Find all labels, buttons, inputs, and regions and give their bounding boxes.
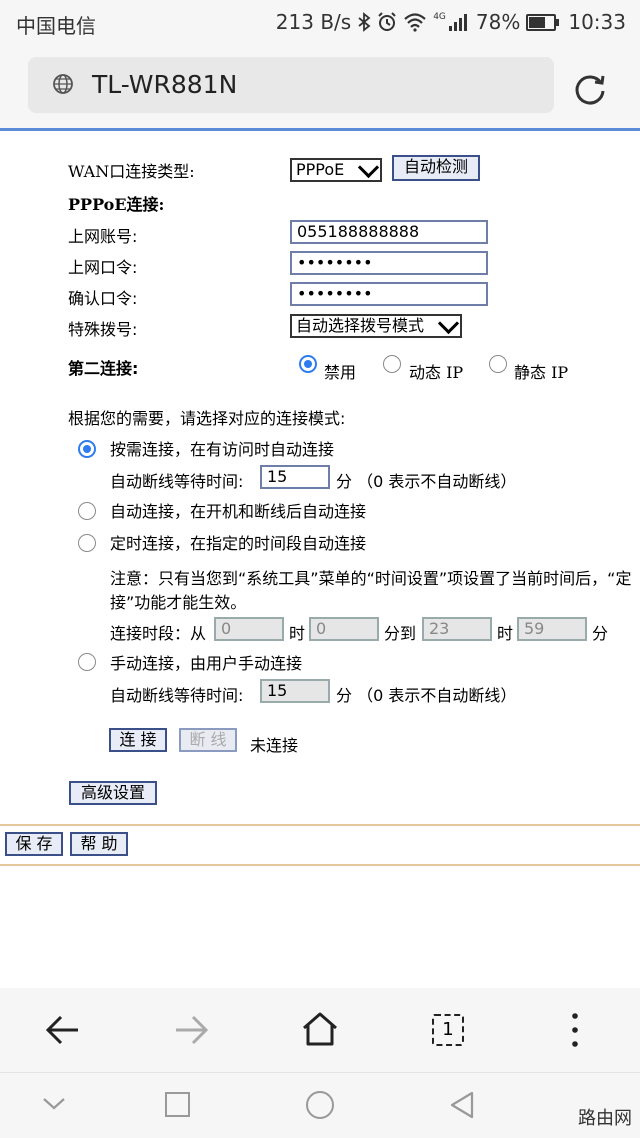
wan-type-select[interactable]: PPPoE	[290, 156, 382, 182]
network-type: 4G	[433, 12, 446, 22]
mode-on-demand-label: 按需连接，在有访问时自动连接	[110, 440, 335, 459]
idle-time-input-2[interactable]: 15	[260, 679, 330, 703]
idle-time-label: 自动断线等待时间:	[110, 472, 244, 491]
reload-icon[interactable]	[572, 71, 608, 107]
mode-auto-label: 自动连接，在开机和断线后自动连接	[110, 502, 367, 521]
address-field[interactable]: TL-WR881N	[28, 57, 554, 113]
browser-url-bar: TL-WR881N	[0, 44, 640, 130]
second-dynamic-label: 动态 IP	[409, 363, 464, 382]
chevron-down-icon[interactable]	[42, 1095, 66, 1111]
carrier-name: 中国电信	[16, 14, 96, 38]
special-dial-value: 自动选择拨号模式	[296, 316, 425, 335]
more-menu-icon[interactable]	[566, 1012, 584, 1048]
chevron-down-icon	[357, 156, 380, 178]
period-to-min-input[interactable]: 59	[517, 617, 587, 641]
period-to-text: 分到	[384, 624, 417, 643]
second-disabled-radio[interactable]	[299, 355, 317, 373]
special-dial-label: 特殊拨号:	[68, 320, 138, 339]
password-input[interactable]: ••••••••	[290, 251, 488, 275]
confirm-password-input[interactable]: ••••••••	[290, 282, 488, 306]
period-to-hour-input[interactable]: 23	[422, 617, 492, 641]
tab-count: 1	[442, 1019, 454, 1040]
mode-auto-radio[interactable]	[78, 502, 96, 520]
connect-button[interactable]: 连 接	[109, 728, 167, 752]
period-hour-text: 时	[289, 624, 306, 643]
password-label: 上网口令:	[68, 258, 138, 277]
period-label: 连接时段：从	[110, 624, 207, 643]
clock: 10:33	[568, 10, 626, 34]
form-footer: 保 存 帮 助	[0, 824, 640, 866]
special-dial-select[interactable]: 自动选择拨号模式	[290, 312, 462, 338]
save-button[interactable]: 保 存	[5, 832, 63, 856]
url-text: TL-WR881N	[92, 70, 238, 99]
period-min-text: 分	[592, 624, 609, 643]
wifi-icon	[404, 13, 426, 32]
watermark-text: 路由网	[578, 1108, 632, 1129]
back-arrow-icon[interactable]	[44, 1012, 82, 1048]
second-static-label: 静态 IP	[514, 363, 569, 382]
battery-icon	[526, 13, 560, 31]
timed-note-line2: 接”功能才能生效。	[110, 593, 247, 612]
home-circle-icon[interactable]	[306, 1091, 334, 1119]
period-from-min-input[interactable]: 0	[309, 617, 379, 641]
second-connection-label: 第二连接:	[68, 359, 139, 378]
idle-time-input[interactable]: 15	[260, 465, 330, 489]
signal-icon	[448, 14, 467, 31]
help-button[interactable]: 帮 助	[70, 832, 128, 856]
advanced-settings-button[interactable]: 高级设置	[69, 781, 157, 805]
browser-toolbar: 1	[0, 988, 640, 1072]
mode-manual-label: 手动连接，由用户手动连接	[110, 654, 303, 673]
mode-timed-label: 定时连接，在指定的时间段自动连接	[110, 534, 367, 553]
tabs-icon[interactable]: 1	[432, 1014, 464, 1046]
globe-icon	[53, 74, 73, 94]
second-dynamic-radio[interactable]	[383, 355, 401, 373]
pppoe-section-title: PPPoE连接:	[68, 195, 165, 214]
home-icon[interactable]	[300, 1010, 340, 1048]
alarm-icon	[378, 12, 396, 31]
second-static-radio[interactable]	[489, 355, 507, 373]
wan-type-value: PPPoE	[296, 160, 345, 179]
second-disabled-label: 禁用	[324, 363, 357, 382]
auto-detect-button[interactable]: 自动检测	[392, 155, 480, 181]
recent-apps-icon[interactable]	[165, 1092, 190, 1117]
mode-prompt: 根据您的需要，请选择对应的连接模式:	[68, 409, 346, 428]
net-speed: 213 B/s	[275, 10, 352, 34]
idle-time-unit-2: 分 （0 表示不自动断线）	[336, 686, 517, 705]
chevron-down-icon	[437, 312, 460, 334]
idle-time-unit: 分 （0 表示不自动断线）	[336, 472, 517, 491]
confirm-password-label: 确认口令:	[68, 289, 138, 308]
mode-manual-radio[interactable]	[78, 653, 96, 671]
period-from-hour-input[interactable]: 0	[214, 617, 284, 641]
idle-time-label-2: 自动断线等待时间:	[110, 686, 244, 705]
battery-percent: 78%	[475, 10, 521, 34]
back-triangle-icon[interactable]	[448, 1090, 476, 1120]
mode-timed-radio[interactable]	[78, 534, 96, 552]
disconnect-button[interactable]: 断 线	[179, 728, 237, 752]
account-label: 上网账号:	[68, 227, 138, 246]
wan-type-label: WAN口连接类型:	[68, 162, 195, 181]
mode-on-demand-radio[interactable]	[78, 440, 96, 458]
router-wan-settings: WAN口连接类型: PPPoE 自动检测 PPPoE连接: 上网账号: 0551…	[0, 131, 640, 827]
period-hour-text-2: 时	[497, 624, 514, 643]
connection-status: 未连接	[250, 736, 299, 755]
account-input[interactable]: 055188888888	[290, 220, 488, 244]
forward-arrow-icon[interactable]	[172, 1012, 210, 1048]
status-bar: 中国电信 213 B/s 4G 78% 10:33	[0, 0, 640, 44]
status-icons: 213 B/s 4G 78% 10:33	[276, 10, 626, 34]
timed-note-line1: 注意：只有当您到“系统工具”菜单的“时间设置”项设置了当前时间后，“定	[110, 569, 632, 588]
system-nav-bar	[0, 1072, 640, 1138]
bluetooth-icon	[358, 12, 371, 32]
